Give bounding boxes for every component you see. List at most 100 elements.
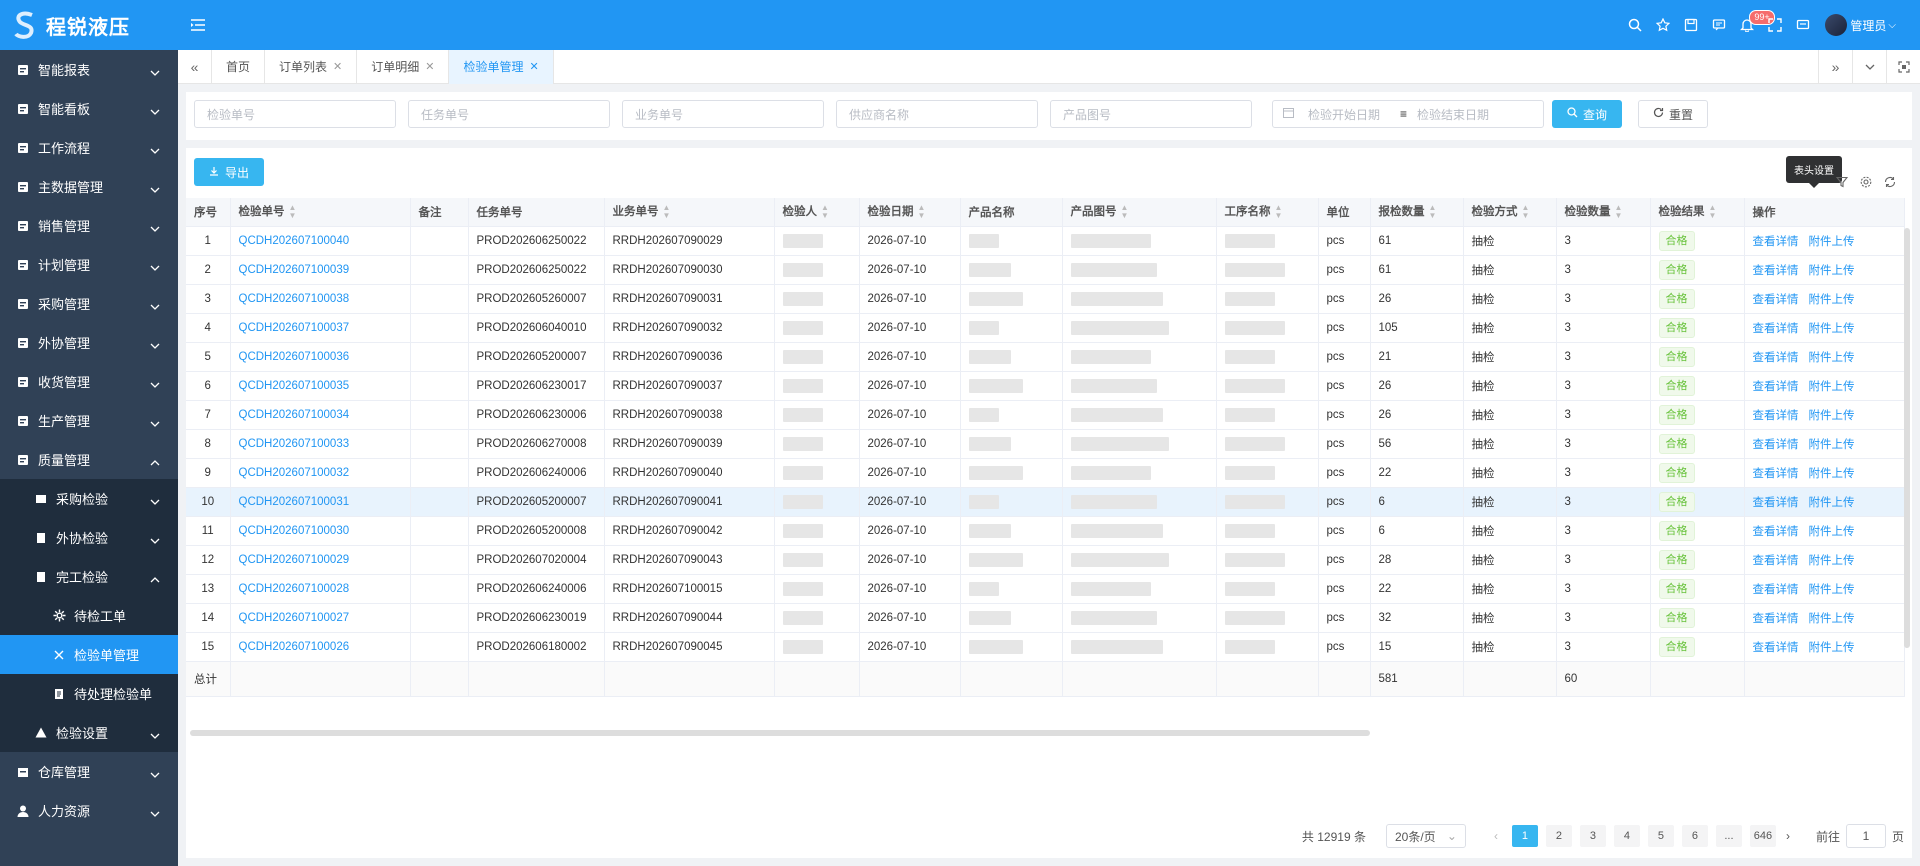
sidebar-item-warehouse[interactable]: 仓库管理 xyxy=(0,752,178,791)
column-header[interactable]: 报检数量 ▲ ▼ xyxy=(1370,198,1464,227)
tab-1[interactable]: 订单列表 ✕ xyxy=(265,49,358,84)
close-icon[interactable]: ✕ xyxy=(530,60,539,73)
upload-attachment-link[interactable]: 附件上传 xyxy=(1809,526,1855,538)
upload-attachment-link[interactable]: 附件上传 xyxy=(1809,439,1855,451)
page-number[interactable]: 2 xyxy=(1545,825,1572,847)
column-header[interactable]: 检验方式 ▲ ▼ xyxy=(1463,198,1557,227)
view-detail-link[interactable]: 查看详情 xyxy=(1753,613,1799,625)
sidebar-item-workflow[interactable]: 工作流程 xyxy=(0,128,178,167)
upload-attachment-link[interactable]: 附件上传 xyxy=(1809,613,1855,625)
sort-icon[interactable]: ▲ ▼ xyxy=(1615,204,1623,220)
page-number[interactable]: 5 xyxy=(1647,825,1674,847)
view-detail-link[interactable]: 查看详情 xyxy=(1753,555,1799,567)
cell-inspect-no-link[interactable]: QCDH202607100030 xyxy=(230,516,411,546)
view-detail-link[interactable]: 查看详情 xyxy=(1753,410,1799,422)
upload-attachment-link[interactable]: 附件上传 xyxy=(1809,497,1855,509)
cell-inspect-no-link[interactable]: QCDH202607100040 xyxy=(230,226,411,256)
sort-icon[interactable]: ▲ ▼ xyxy=(663,204,671,220)
search-button[interactable]: 查询 xyxy=(1552,100,1622,128)
star-icon[interactable] xyxy=(1649,0,1677,50)
sidebar-item-masterdata[interactable]: 主数据管理 xyxy=(0,167,178,206)
task-no-input[interactable]: 任务单号 xyxy=(408,100,610,128)
vertical-scrollbar[interactable] xyxy=(1904,228,1910,648)
view-detail-link[interactable]: 查看详情 xyxy=(1753,265,1799,277)
column-header[interactable]: 检验结果 ▲ ▼ xyxy=(1650,198,1745,227)
sidebar-item-pending-inspect[interactable]: 待处理检验单 xyxy=(0,674,178,713)
cell-inspect-no-link[interactable]: QCDH202607100032 xyxy=(230,458,411,488)
start-date-input[interactable]: 检验开始日期 xyxy=(1308,106,1400,123)
cell-inspect-no-link[interactable]: QCDH202607100037 xyxy=(230,313,411,343)
page-number[interactable]: 646 xyxy=(1749,825,1776,847)
end-date-input[interactable]: 检验结束日期 xyxy=(1417,106,1489,123)
fullscreen-icon[interactable] xyxy=(1761,0,1789,50)
table-row[interactable]: 10 QCDH202607100031 PROD202605200007 RRDH20… xyxy=(186,487,1905,517)
view-detail-link[interactable]: 查看详情 xyxy=(1753,439,1799,451)
date-range-picker[interactable]: 检验开始日期 ≡ 检验结束日期 xyxy=(1272,100,1544,128)
sort-icon[interactable]: ▲ ▼ xyxy=(821,204,829,220)
page-ellipsis[interactable]: ... xyxy=(1715,825,1742,847)
sidebar-item-hr[interactable]: 人力资源 xyxy=(0,791,178,830)
upload-attachment-link[interactable]: 附件上传 xyxy=(1809,410,1855,422)
view-detail-link[interactable]: 查看详情 xyxy=(1753,584,1799,596)
sort-icon[interactable]: ▲ ▼ xyxy=(1429,204,1437,220)
inspect-no-input[interactable]: 检验单号 xyxy=(194,100,396,128)
upload-attachment-link[interactable]: 附件上传 xyxy=(1809,642,1855,654)
cell-inspect-no-link[interactable]: QCDH202607100026 xyxy=(230,632,411,662)
table-row[interactable]: 12 QCDH202607100029 PROD202607020004 RRDH20… xyxy=(186,545,1905,575)
table-row[interactable]: 7 QCDH202607100034 PROD202606230006 RRDH202… xyxy=(186,400,1905,430)
refresh-icon[interactable] xyxy=(1878,174,1902,190)
sidebar-item-receive[interactable]: 收货管理 xyxy=(0,362,178,401)
column-header[interactable]: 检验日期 ▲ ▼ xyxy=(859,198,961,227)
cell-inspect-no-link[interactable]: QCDH202607100033 xyxy=(230,429,411,459)
cell-inspect-no-link[interactable]: QCDH202607100035 xyxy=(230,371,411,401)
cell-inspect-no-link[interactable]: QCDH202607100034 xyxy=(230,400,411,430)
goto-page-input[interactable]: 1 xyxy=(1845,824,1886,848)
table-row[interactable]: 4 QCDH202607100037 PROD202606040010 RRDH202… xyxy=(186,313,1905,343)
export-button[interactable]: 导出 xyxy=(194,158,264,186)
cell-inspect-no-link[interactable]: QCDH202607100029 xyxy=(230,545,411,575)
sort-icon[interactable]: ▲ ▼ xyxy=(1522,204,1530,220)
upload-attachment-link[interactable]: 附件上传 xyxy=(1809,584,1855,596)
sidebar-item-purchase-inspect[interactable]: 采购检验 xyxy=(0,479,178,518)
cell-inspect-no-link[interactable]: QCDH202607100038 xyxy=(230,284,411,314)
upload-attachment-link[interactable]: 附件上传 xyxy=(1809,555,1855,567)
close-icon[interactable]: ✕ xyxy=(425,60,434,73)
tags-dropdown-icon[interactable] xyxy=(1852,50,1886,84)
sidebar-item-outsource[interactable]: 外协管理 xyxy=(0,323,178,362)
message-icon[interactable] xyxy=(1705,0,1733,50)
view-detail-link[interactable]: 查看详情 xyxy=(1753,323,1799,335)
upload-attachment-link[interactable]: 附件上传 xyxy=(1809,381,1855,393)
column-header[interactable]: 业务单号 ▲ ▼ xyxy=(604,198,775,227)
column-header[interactable]: 检验数量 ▲ ▼ xyxy=(1556,198,1651,227)
sidebar-item-production[interactable]: 生产管理 xyxy=(0,401,178,440)
table-row[interactable]: 15 QCDH202607100026 PROD202606180002 RRDH20… xyxy=(186,632,1905,662)
upload-attachment-link[interactable]: 附件上传 xyxy=(1809,468,1855,480)
sidebar-item-inspect-settings[interactable]: 检验设置 xyxy=(0,713,178,752)
supplier-input[interactable]: 供应商名称 xyxy=(836,100,1038,128)
view-detail-link[interactable]: 查看详情 xyxy=(1753,381,1799,393)
table-row[interactable]: 13 QCDH202607100028 PROD202606240006 RRDH20… xyxy=(186,574,1905,604)
upload-attachment-link[interactable]: 附件上传 xyxy=(1809,294,1855,306)
column-header[interactable]: 产品图号 ▲ ▼ xyxy=(1062,198,1217,227)
tab-2[interactable]: 订单明细 ✕ xyxy=(357,49,450,84)
sort-icon[interactable]: ▲ ▼ xyxy=(1709,204,1717,220)
table-row[interactable]: 5 QCDH202607100036 PROD202605200007 RRDH202… xyxy=(186,342,1905,372)
page-number[interactable]: 6 xyxy=(1681,825,1708,847)
page-number[interactable]: 1 xyxy=(1511,825,1538,847)
bell-icon[interactable]: 99+ xyxy=(1733,0,1775,50)
sort-icon[interactable]: ▲ ▼ xyxy=(289,204,297,220)
horizontal-scrollbar[interactable] xyxy=(190,730,1370,736)
tags-fullscreen-icon[interactable] xyxy=(1886,50,1920,84)
business-no-input[interactable]: 业务单号 xyxy=(622,100,824,128)
menu-toggle-icon[interactable] xyxy=(178,0,218,50)
table-row[interactable]: 3 QCDH202607100038 PROD202605260007 RRDH202… xyxy=(186,284,1905,314)
sidebar-item-plan[interactable]: 计划管理 xyxy=(0,245,178,284)
table-row[interactable]: 14 QCDH202607100027 PROD202606230019 RRDH20… xyxy=(186,603,1905,633)
sidebar-item-quality[interactable]: 质量管理 xyxy=(0,440,178,479)
tags-scroll-right-icon[interactable]: » xyxy=(1818,50,1852,84)
sort-icon[interactable]: ▲ ▼ xyxy=(918,204,926,220)
tab-3[interactable]: 检验单管理 ✕ xyxy=(449,49,554,84)
upload-attachment-link[interactable]: 附件上传 xyxy=(1809,352,1855,364)
sort-icon[interactable]: ▲ ▼ xyxy=(1121,204,1129,220)
settings-icon[interactable] xyxy=(1854,174,1878,190)
